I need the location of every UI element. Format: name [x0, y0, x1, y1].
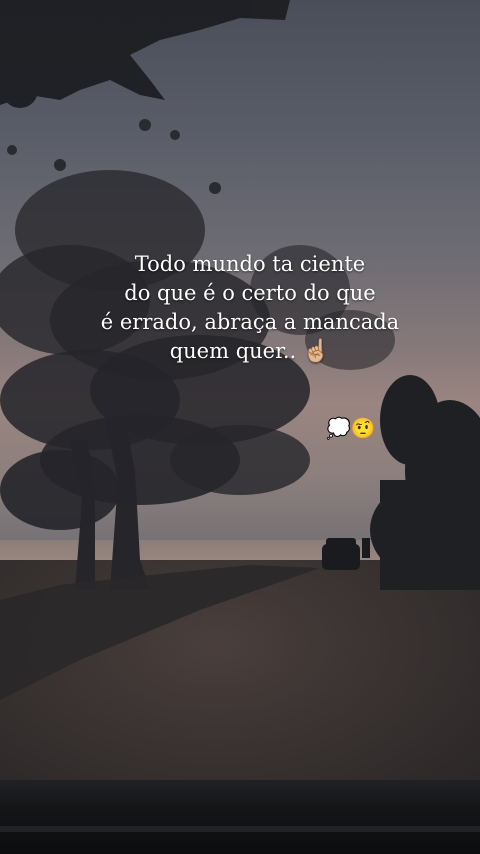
thought-bubble-raised-eyebrow-emoji-icon: 💭🤨 — [326, 416, 376, 440]
caption-text: Todo mundo ta ciente do que é o certo do… — [100, 250, 400, 366]
caption-line-3: é errado, abraça a mancada — [100, 310, 400, 334]
dashboard-edge — [0, 826, 480, 832]
background-photo — [0, 0, 480, 854]
caption-line-1: Todo mundo ta ciente — [134, 252, 366, 276]
pointing-up-emoji-icon: ☝🏼 — [302, 339, 331, 364]
tree-silhouettes — [0, 0, 480, 700]
caption-line-4-text: quem quer.. — [169, 339, 297, 363]
caption-line-4: quem quer.. ☝🏼 — [100, 337, 400, 366]
car-dashboard — [0, 780, 480, 854]
caption-line-2: do que é o certo do que — [124, 281, 376, 305]
